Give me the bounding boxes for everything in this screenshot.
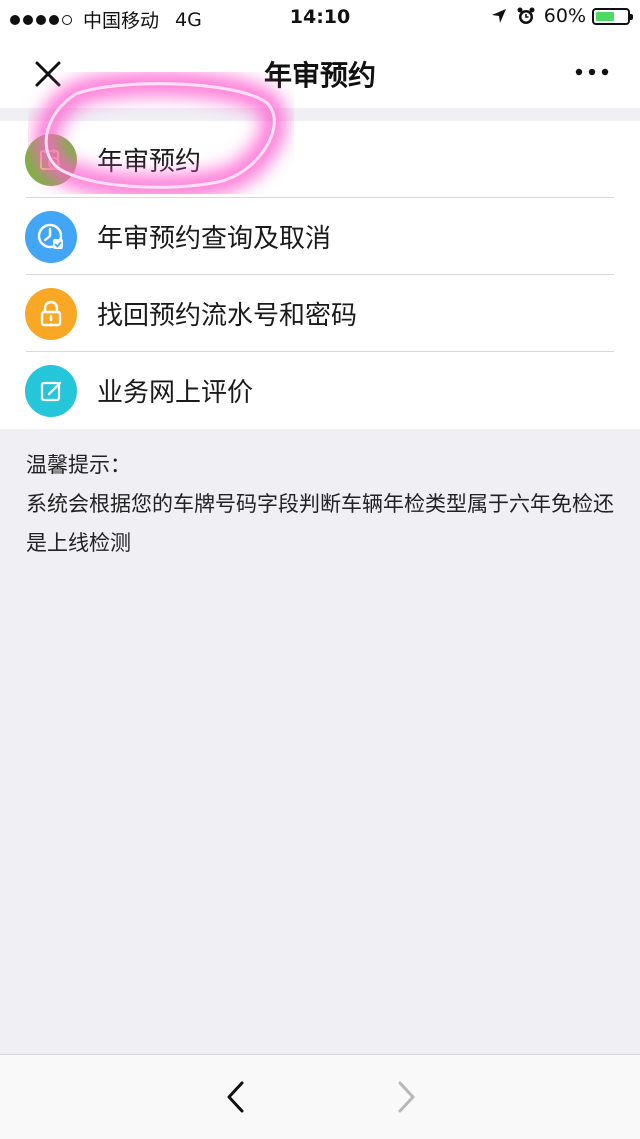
page-title: 年审预约 [263,59,376,92]
tips-body: 系统会根据您的车牌号码字段判断车辆年检类型属于六年免检还是上线检测 [26,492,614,555]
status-right: 60% [490,5,633,27]
menu-item-label: 业务网上评价 [97,378,254,408]
back-arrow-icon[interactable] [222,1079,250,1115]
battery-level-fill [596,11,614,21]
calendar-search-icon [25,133,77,186]
menu-item-label: 年审预约查询及取消 [97,224,332,254]
menu-list: 年审预约 年审预约查询及取消 找回预约流水号和密码 业务网上评价 [0,121,640,429]
lock-icon [25,287,77,340]
forward-arrow-icon[interactable] [392,1079,420,1115]
battery-icon [592,7,633,25]
menu-item-label: 年审预约 [97,147,202,177]
menu-item-label: 找回预约流水号和密码 [97,301,358,331]
edit-icon [25,364,77,417]
more-icon[interactable] [574,62,610,82]
bottom-toolbar [0,1054,640,1139]
clock-icon [25,210,77,263]
menu-item-booking-query-cancel[interactable]: 年审预约查询及取消 [0,198,640,275]
menu-item-online-evaluation[interactable]: 业务网上评价 [0,352,640,429]
tips-heading: 温馨提示： [26,453,131,477]
location-arrow-icon [491,9,506,23]
battery-percent: 60% [543,5,586,27]
alarm-clock-icon [517,7,535,24]
tips-section: 温馨提示： 系统会根据您的车牌号码字段判断车辆年检类型属于六年免检还是上线检测 [26,446,616,563]
menu-item-annual-inspection-booking[interactable]: 年审预约 [0,121,640,198]
status-bar: 中国移动 4G 14:10 60% [0,0,640,36]
nav-bar: 年审预约 [0,36,640,108]
menu-item-recover-serial-password[interactable]: 找回预约流水号和密码 [0,275,640,352]
